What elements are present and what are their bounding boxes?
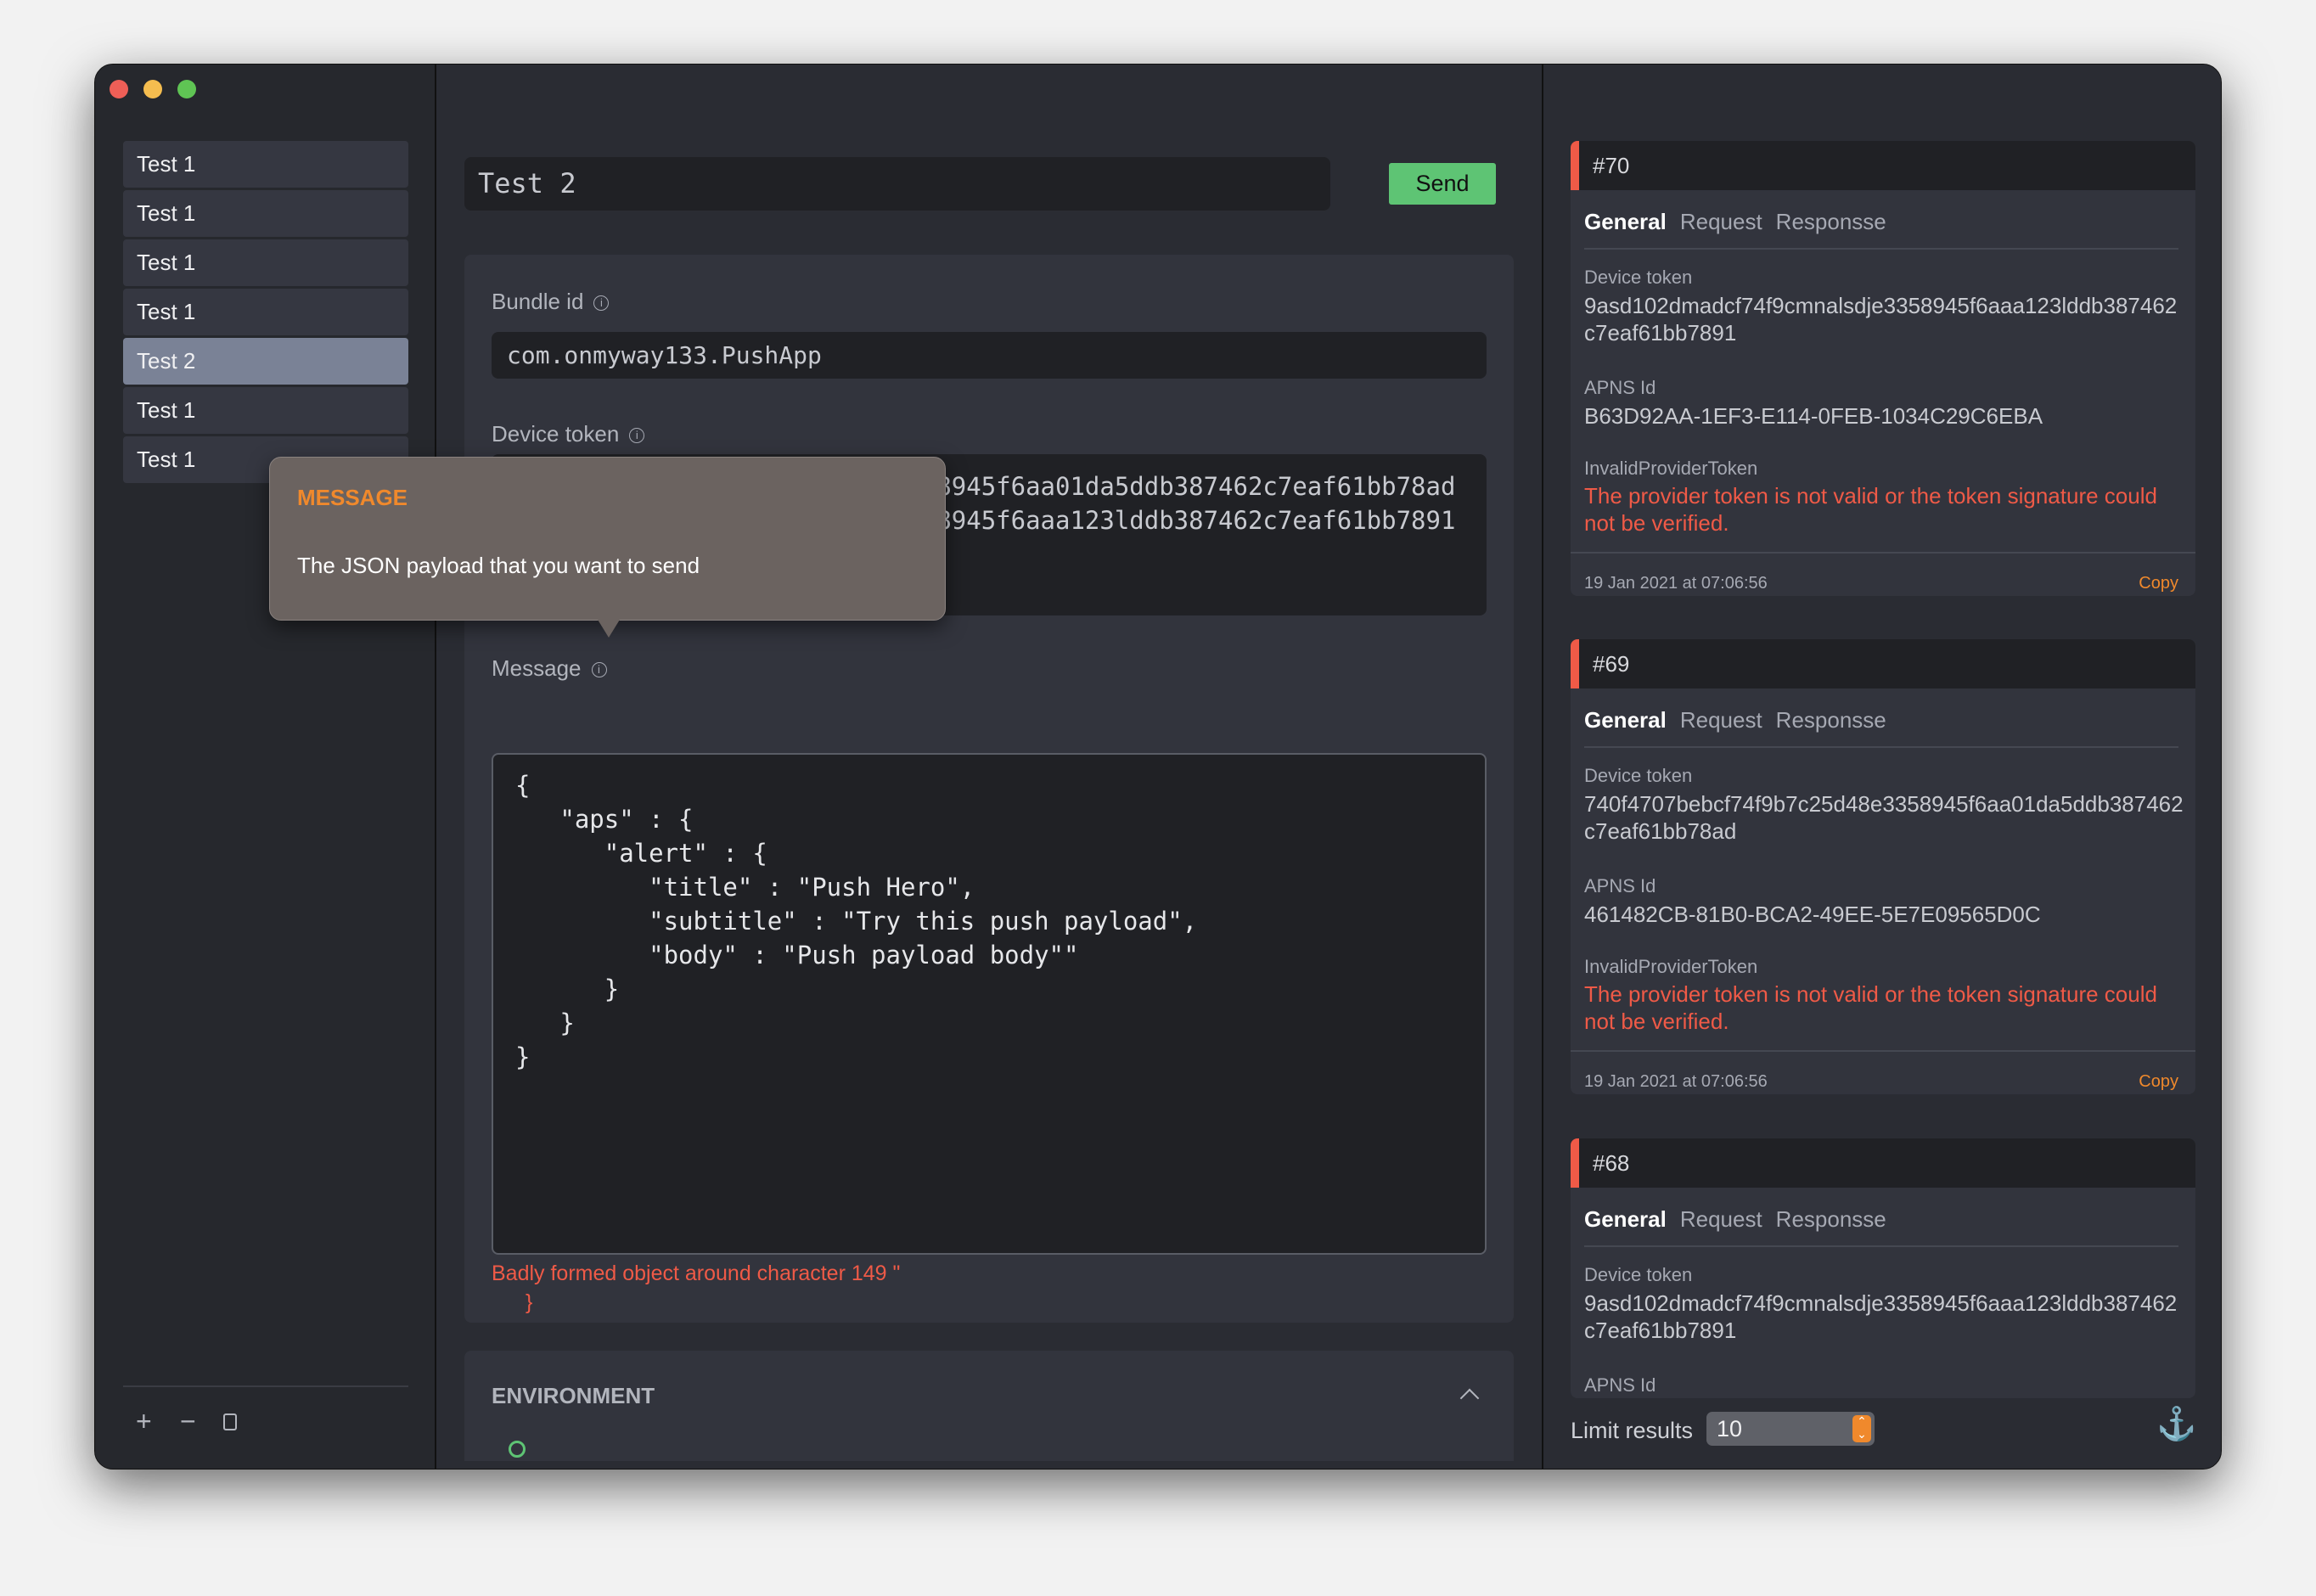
tab-general[interactable]: General (1584, 707, 1667, 733)
app-window: Test 1 Test 1 Test 1 Test 1 Test 2 Test 1 Test… (94, 64, 2222, 1470)
result-card: #68 General Request Responsse Device token… (1571, 1138, 2195, 1398)
device-token-label: Device token (1584, 765, 1693, 786)
stepper-arrows-icon[interactable]: ⌃ ⌄ (1852, 1415, 1871, 1442)
card-footer-divider (1571, 552, 2195, 554)
tab-request[interactable]: Request (1680, 209, 1762, 234)
remove-icon[interactable]: − (180, 1406, 196, 1437)
apns-id-value: 461482CB-81B0-BCA2-49EE-5E7E09565D0C (1584, 902, 2041, 927)
tooltip: MESSAGE The JSON payload that you want t… (269, 457, 946, 638)
sidebar-divider (123, 1385, 408, 1387)
result-id: #69 (1571, 639, 2195, 688)
result-date: 19 Jan 2021 at 07:06:56 (1584, 574, 1768, 593)
error-title: InvalidProviderToken (1584, 458, 1758, 479)
error-message: The provider token is not valid or the t… (1584, 483, 2157, 536)
tabs-divider (1584, 248, 2178, 250)
result-date: 19 Jan 2021 at 07:06:56 (1584, 1072, 1768, 1091)
device-token-label: Device token (1584, 1264, 1693, 1285)
sidebar: Test 1 Test 1 Test 1 Test 1 Test 2 Test 1 Test… (95, 65, 436, 1469)
card-footer-divider (1571, 1050, 2195, 1052)
tab-general[interactable]: General (1584, 1206, 1667, 1232)
result-id: #68 (1571, 1138, 2195, 1188)
sidebar-item[interactable]: Test 1 (123, 141, 408, 188)
error-message: The provider token is not valid or the t… (1584, 981, 2157, 1034)
limit-value: 10 (1717, 1416, 1743, 1441)
tooltip-arrow (595, 615, 622, 638)
result-card: #70 General Request Responsse Device token… (1571, 141, 2195, 596)
apns-id-label: APNS Id (1584, 1374, 1656, 1396)
editor: Test 2 Send Bundle id i com.onmyway133.Pu… (436, 65, 1542, 1469)
json-error-context: } (526, 1290, 533, 1314)
tab-request[interactable]: Request (1680, 1206, 1762, 1232)
results-panel: #70 General Request Responsse Device token… (1542, 65, 2221, 1469)
result-tabs: General Request Responsse (1584, 707, 1900, 733)
result-id: #70 (1571, 141, 2195, 190)
device-token-value: 740f4707bebcf74f9b7c25d48e3358945f6aa01d… (1584, 791, 2184, 844)
message-label: Message i (492, 655, 607, 682)
close-window-button[interactable] (110, 80, 128, 98)
radio-icon[interactable] (509, 1441, 526, 1458)
apns-id-label: APNS Id (1584, 377, 1656, 398)
sidebar-item[interactable]: Test 1 (123, 289, 408, 335)
tab-general[interactable]: General (1584, 209, 1667, 234)
info-icon[interactable]: i (593, 295, 610, 312)
limit-results-label: Limit results (1571, 1418, 1694, 1443)
form-panel: Bundle id i com.onmyway133.PushApp Device… (464, 255, 1514, 1323)
copy-button[interactable]: Copy (2139, 1072, 2178, 1092)
tab-response[interactable]: Responsse (1776, 707, 1886, 733)
message-editor[interactable]: { "aps" : { "alert" : { "title" : "Push … (492, 753, 1487, 1255)
device-token-value: 9asd102dmadcf74f9cmnalsdje3358945f6aaa12… (1584, 293, 2178, 346)
error-title: InvalidProviderToken (1584, 956, 1758, 977)
result-tabs: General Request Responsse (1584, 209, 1900, 235)
anchor-icon[interactable]: ⚓ (2156, 1406, 2196, 1443)
add-icon[interactable]: + (136, 1406, 152, 1437)
message-json: { "aps" : { "alert" : { "title" : "Push … (515, 771, 1198, 1071)
tab-response[interactable]: Responsse (1776, 1206, 1886, 1232)
result-card: #69 General Request Responsse Device token… (1571, 639, 2195, 1094)
sidebar-item[interactable]: Test 1 (123, 190, 408, 237)
tooltip-text: The JSON payload that you want to send (297, 553, 700, 578)
device-token-value: 9asd102dmadcf74f9cmnalsdje3358945f6aaa12… (1584, 1290, 2178, 1343)
environment-section: ENVIRONMENT (464, 1351, 1514, 1461)
bundle-id-input[interactable]: com.onmyway133.PushApp (492, 332, 1487, 379)
result-tabs: General Request Responsse (1584, 1206, 1900, 1233)
tab-response[interactable]: Responsse (1776, 209, 1886, 234)
info-icon[interactable]: i (629, 428, 645, 444)
sidebar-item[interactable]: Test 2 (123, 338, 408, 385)
apns-id-value: B63D92AA-1EF3-E114-0FEB-1034C29C6EBA (1584, 403, 2043, 429)
chevron-up-icon[interactable] (1459, 1388, 1480, 1408)
device-token-label: Device token i (492, 421, 645, 447)
bundle-id-label: Bundle id i (492, 289, 610, 315)
tabs-divider (1584, 746, 2178, 748)
tab-request[interactable]: Request (1680, 707, 1762, 733)
environment-header[interactable]: ENVIRONMENT (492, 1383, 655, 1409)
sidebar-item[interactable]: Test 1 (123, 387, 408, 434)
tabs-divider (1584, 1245, 2178, 1247)
sidebar-item[interactable]: Test 1 (123, 239, 408, 286)
copy-button[interactable]: Copy (2139, 574, 2178, 593)
tooltip-title: MESSAGE (297, 485, 408, 510)
zoom-window-button[interactable] (177, 80, 196, 98)
apns-id-label: APNS Id (1584, 875, 1656, 896)
minimize-window-button[interactable] (143, 80, 162, 98)
info-icon[interactable]: i (591, 662, 607, 678)
device-token-label: Device token (1584, 267, 1693, 288)
limit-results-stepper[interactable]: 10 ⌃ ⌄ (1706, 1412, 1875, 1446)
json-error: Badly formed object around character 149… (492, 1262, 901, 1285)
title-field[interactable]: Test 2 (464, 157, 1330, 211)
send-button[interactable]: Send (1389, 163, 1496, 205)
duplicate-icon[interactable] (223, 1413, 237, 1430)
